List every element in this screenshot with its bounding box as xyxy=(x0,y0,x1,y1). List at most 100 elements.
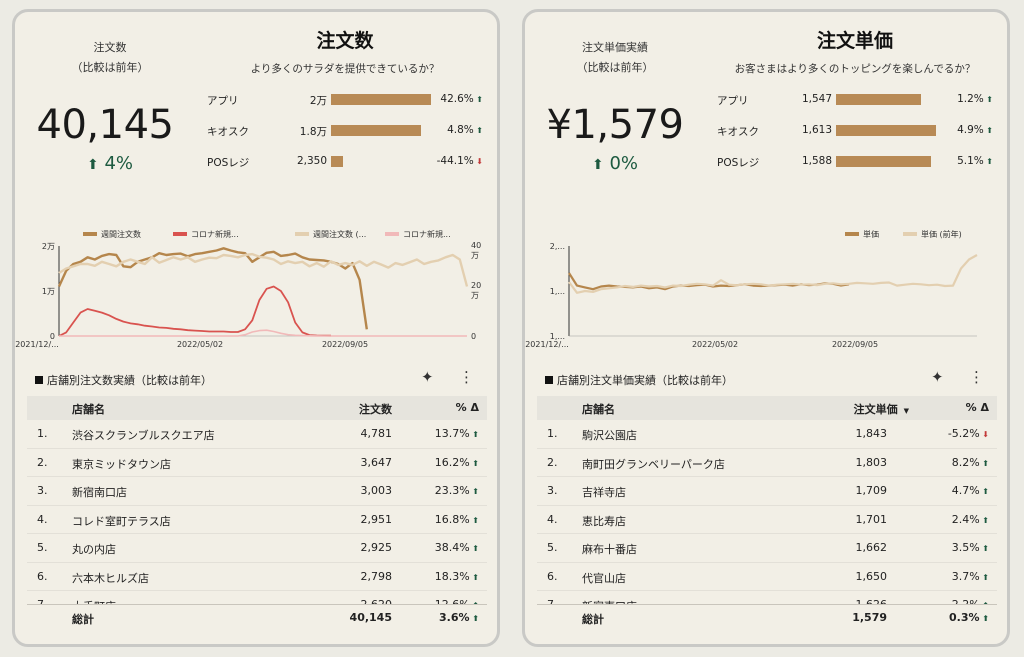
table-row[interactable]: 4. コレド室町テラス店 2,951 16.8% ⬆ xyxy=(27,506,487,534)
table-row[interactable]: 5. 麻布十番店 1,662 3.5% ⬆ xyxy=(537,534,997,563)
row-value: 3,647 xyxy=(360,455,393,469)
table-row[interactable]: 1. 駒沢公園店 1,843 -5.2% ⬇ xyxy=(537,420,997,449)
breakdown-name: POSレジ xyxy=(207,157,250,169)
square-icon xyxy=(35,376,43,384)
breakdown-row: アプリ 1,547 1.2% ⬆ xyxy=(717,92,1007,108)
legend-item: 単価 (前年) xyxy=(903,229,962,239)
total-pct-value: 3.6% xyxy=(438,611,470,624)
total-value: 40,145 xyxy=(349,611,392,624)
x-tick-label: 2021/12/... xyxy=(15,340,59,349)
kpi-value: 40,145 xyxy=(36,102,174,148)
row-value: 1,701 xyxy=(855,512,888,526)
sort-desc-icon: ▼ xyxy=(903,407,909,415)
x-tick-label: 2022/05/02 xyxy=(177,340,223,349)
series-line xyxy=(58,285,332,337)
row-pct: 16.8% ⬆ xyxy=(435,513,479,526)
row-store-name: 東京ミッドタウン店 xyxy=(72,457,171,471)
series-line xyxy=(57,247,368,330)
column-header-store[interactable]: 店舗名 xyxy=(582,401,615,417)
column-header-value[interactable]: 注文数 xyxy=(359,401,392,417)
table-header: 店舗名 注文数 % Δ xyxy=(27,396,487,420)
breakdown-pct-value: -44.1% xyxy=(436,155,474,167)
table-title: 店舗別注文単価実績（比較は前年） xyxy=(545,372,733,388)
breakdown-name: アプリ xyxy=(717,95,749,107)
table-row[interactable]: 2. 東京ミッドタウン店 3,647 16.2% ⬆ xyxy=(27,449,487,477)
breakdown-name: アプリ xyxy=(207,95,239,107)
table-row[interactable]: 6. 六本木ヒルズ店 2,798 18.3% ⬆ xyxy=(27,563,487,591)
table-row[interactable]: 5. 丸の内店 2,925 38.4% ⬆ xyxy=(27,534,487,563)
table-row[interactable]: 3. 吉祥寺店 1,709 4.7% ⬆ xyxy=(537,477,997,506)
row-rank: 5. xyxy=(547,541,558,554)
row-store-name: 代官山店 xyxy=(582,571,626,585)
kpi-label-line2: （比較は前年） xyxy=(576,61,654,74)
total-pct: 0.3% ⬆ xyxy=(949,611,989,624)
table-row[interactable]: 6. 代官山店 1,650 3.7% ⬆ xyxy=(537,563,997,591)
more-options-icon[interactable]: ⋮ xyxy=(969,368,984,386)
column-header-pct[interactable]: % Δ xyxy=(456,401,479,414)
row-rank: 3. xyxy=(547,484,558,497)
legend-swatch xyxy=(173,232,187,236)
table-row[interactable]: 2. 南町田グランベリーパーク店 1,803 8.2% ⬆ xyxy=(537,449,997,477)
breakdown-pct-value: 1.2% xyxy=(957,93,984,105)
explore-icon[interactable]: ✦ xyxy=(421,368,434,386)
up-arrow-icon: ⬆ xyxy=(469,515,479,525)
row-rank: 6. xyxy=(37,569,48,583)
more-options-icon[interactable]: ⋮ xyxy=(459,368,474,386)
y2-tick-label: 万 xyxy=(471,251,479,260)
table-row[interactable]: 1. 渋谷スクランブルスクエア店 4,781 13.7% ⬆ xyxy=(27,420,487,449)
row-rank: 2. xyxy=(547,455,558,469)
explore-icon[interactable]: ✦ xyxy=(931,368,944,386)
up-arrow-icon: ⬆ xyxy=(591,157,604,173)
legend-label: 週間注文数 (... xyxy=(313,229,366,239)
legend-label: コロナ新規... xyxy=(191,229,239,239)
row-pct-value: 18.3% xyxy=(434,569,470,583)
breakdown-value: 1,588 xyxy=(801,155,832,167)
column-header-value[interactable]: 注文単価 ▼ xyxy=(854,401,909,417)
breakdown-name: POSレジ xyxy=(717,157,760,169)
table-total-row: 総計 40,145 3.6% ⬆ xyxy=(27,604,487,630)
column-header-store[interactable]: 店舗名 xyxy=(72,401,105,417)
row-value: 1,662 xyxy=(855,541,888,554)
legend-item: 週間注文数 (... xyxy=(295,229,366,239)
column-header-pct[interactable]: % Δ xyxy=(966,401,989,414)
up-arrow-icon: ⬆ xyxy=(473,95,483,104)
table-row[interactable]: 3. 新宿南口店 3,003 23.3% ⬆ xyxy=(27,477,487,506)
legend-swatch xyxy=(295,232,309,236)
breakdown-value: 1,547 xyxy=(801,93,832,105)
series-line xyxy=(59,329,467,337)
breakdown-row: POSレジ 1,588 5.1% ⬆ xyxy=(717,154,1007,170)
total-pct-value: 0.3% xyxy=(948,611,980,624)
row-pct-value: 3.7% xyxy=(951,569,980,583)
y2-tick-label: 万 xyxy=(471,291,479,300)
breakdown-bar xyxy=(836,156,931,167)
row-pct-value: 2.4% xyxy=(951,512,980,526)
section-title: 注文単価 xyxy=(816,30,893,52)
breakdown-pct: 4.8% ⬆ xyxy=(413,124,483,136)
up-arrow-icon: ⬆ xyxy=(979,458,989,468)
total-value: 1,579 xyxy=(852,611,887,624)
square-icon xyxy=(545,376,553,384)
total-label: 総計 xyxy=(582,613,604,626)
y-tick-label: 2,... xyxy=(550,242,565,251)
order-count-chart: 週間注文数 コロナ新規... 週間注文数 (... コロナ新規...2万1万040万2… xyxy=(15,229,481,352)
section-subtitle: より多くのサラダを提供できているか？ xyxy=(250,63,440,75)
x-tick-label: 2022/02/28 xyxy=(129,351,175,352)
up-arrow-icon: ⬆ xyxy=(86,157,99,173)
column-header-value-text: 注文数 xyxy=(359,403,392,416)
table-row[interactable]: 7.新宿東口店1,6262.2% ⬆ xyxy=(537,591,997,604)
up-arrow-icon: ⬆ xyxy=(469,544,479,553)
breakdown-pct: 5.1% ⬆ xyxy=(923,155,993,167)
row-pct: 3.5% ⬆ xyxy=(952,541,989,554)
up-arrow-icon: ⬆ xyxy=(983,126,993,135)
row-pct-value: -5.2% xyxy=(947,427,980,440)
breakdown-pct-value: 42.6% xyxy=(440,93,474,105)
table-row[interactable]: 7.大手町店2,62012.6% ⬆ xyxy=(27,591,487,604)
table-header: 店舗名 注文単価 ▼ % Δ xyxy=(537,396,997,420)
breakdown-bar xyxy=(331,125,421,136)
row-store-name: 渋谷スクランブルスクエア店 xyxy=(72,429,215,442)
breakdown-pct: -44.1% ⬇ xyxy=(413,155,483,167)
table-row[interactable]: 4. 恵比寿店 1,701 2.4% ⬆ xyxy=(537,506,997,534)
up-arrow-icon: ⬆ xyxy=(469,487,479,496)
x-tick-label: 2022/07/04 xyxy=(248,351,294,352)
legend-item: 単価 xyxy=(845,229,879,239)
